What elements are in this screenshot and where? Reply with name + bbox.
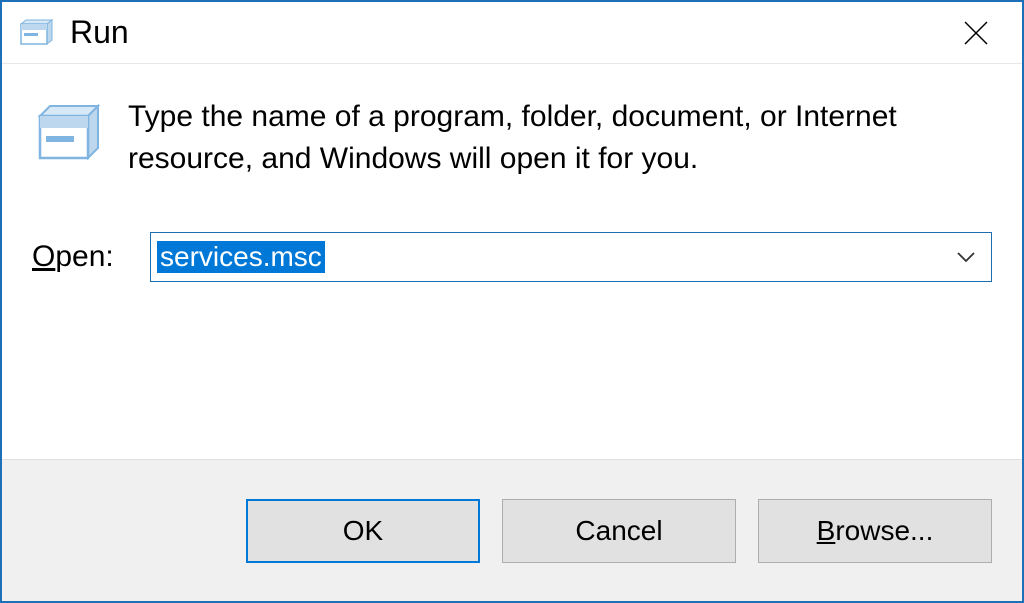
cancel-button[interactable]: Cancel	[502, 499, 736, 563]
open-input-value[interactable]: services.msc	[157, 241, 325, 273]
browse-button-mnemonic: B	[817, 515, 836, 547]
open-label-mnemonic: O	[32, 240, 55, 273]
close-icon	[963, 20, 989, 46]
open-combobox[interactable]: services.msc	[150, 232, 992, 282]
cancel-button-label: Cancel	[575, 515, 662, 547]
button-bar: OK Cancel Browse...	[2, 459, 1022, 601]
run-icon	[20, 19, 56, 47]
ok-button[interactable]: OK	[246, 499, 480, 563]
content-area: Type the name of a program, folder, docu…	[2, 64, 1022, 459]
run-large-icon	[36, 102, 104, 170]
close-button[interactable]	[936, 5, 1016, 61]
open-row: Open: services.msc	[32, 232, 992, 282]
description-row: Type the name of a program, folder, docu…	[32, 96, 992, 180]
browse-button-rest: rowse...	[835, 515, 933, 547]
description-text: Type the name of a program, folder, docu…	[128, 96, 992, 180]
titlebar: Run	[2, 2, 1022, 64]
open-label-rest: pen:	[55, 240, 113, 273]
open-label: Open:	[32, 240, 150, 274]
window-title: Run	[70, 14, 129, 51]
browse-button[interactable]: Browse...	[758, 499, 992, 563]
chevron-down-icon[interactable]	[955, 246, 977, 268]
ok-button-label: OK	[343, 515, 383, 547]
